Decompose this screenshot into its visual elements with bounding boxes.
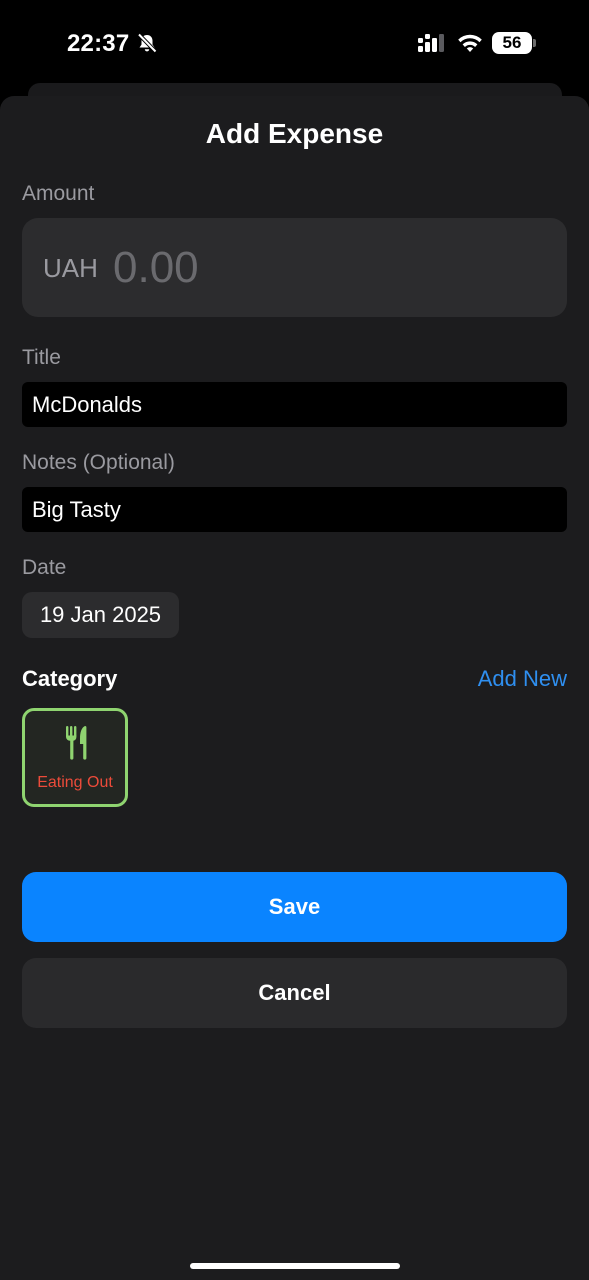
battery-icon: 56: [492, 32, 536, 54]
notes-input[interactable]: [22, 487, 567, 532]
category-heading: Category: [22, 666, 118, 691]
notes-label: Notes (Optional): [22, 451, 175, 474]
add-new-category-button[interactable]: Add New: [478, 666, 567, 692]
add-expense-sheet: Add Expense Amount UAH Title Notes (Opti…: [0, 96, 589, 1280]
save-button[interactable]: Save: [22, 872, 567, 942]
amount-label: Amount: [22, 182, 95, 205]
battery-level: 56: [492, 32, 532, 54]
category-item-eating-out[interactable]: Eating Out: [22, 708, 128, 807]
battery-tip: [533, 39, 536, 47]
sheet-title: Add Expense: [205, 118, 384, 149]
title-label: Title: [22, 346, 61, 369]
category-item-label: Eating Out: [37, 774, 113, 791]
fork-knife-icon: [65, 725, 89, 761]
bell-slash-icon: [136, 32, 158, 54]
status-time: 22:37: [67, 30, 130, 57]
cellular-signal-icon: [418, 32, 448, 54]
title-input[interactable]: [22, 382, 567, 427]
status-bar: 22:37 56: [0, 0, 589, 86]
amount-input[interactable]: [113, 240, 533, 296]
currency-code: UAH: [43, 253, 98, 283]
wifi-icon: [456, 32, 484, 54]
date-picker-button[interactable]: 19 Jan 2025: [22, 592, 179, 638]
cancel-button[interactable]: Cancel: [22, 958, 567, 1028]
date-label: Date: [22, 556, 67, 579]
home-indicator: [190, 1263, 400, 1269]
amount-field[interactable]: UAH: [22, 218, 567, 317]
